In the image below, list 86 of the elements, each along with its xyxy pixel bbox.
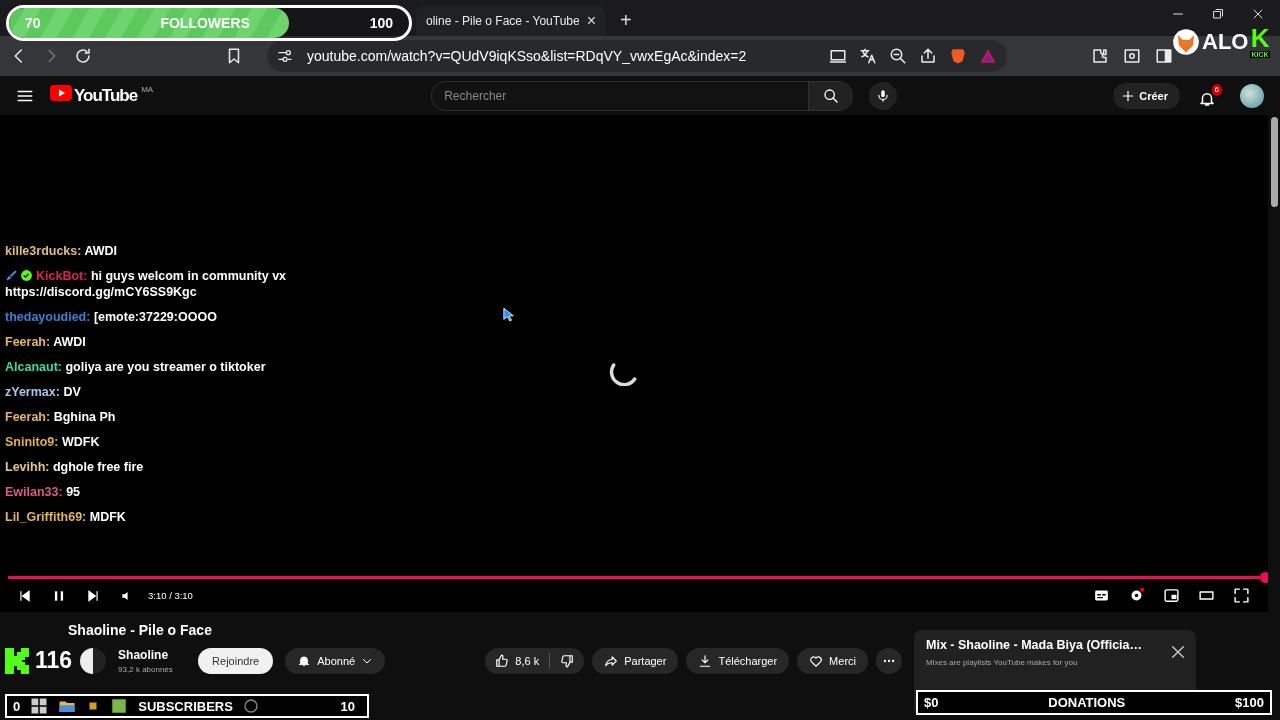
video-time: 3:10 / 3:10 (148, 590, 193, 601)
voice-search-button[interactable] (869, 81, 898, 110)
chat-message: Alcanaut: goliya are you streamer o tiktoker (5, 359, 267, 375)
search-icon (822, 87, 839, 104)
kick-logo-icon (5, 647, 29, 674)
circle-app-icon[interactable] (242, 698, 259, 714)
restore-icon[interactable] (1212, 8, 1224, 20)
puzzle-icon[interactable] (1091, 47, 1109, 65)
cursor-icon (503, 307, 515, 323)
chat-message: Sninito9: WDFK (5, 434, 101, 450)
chat-message: Lil_Griffith69: MDFK (5, 509, 127, 525)
microphone-icon (876, 88, 891, 103)
like-button[interactable]: 8,6 k (485, 647, 550, 674)
new-tab-button[interactable]: + (620, 9, 632, 32)
next-icon[interactable] (86, 588, 100, 603)
chat-message: Feerah: AWDI (5, 334, 87, 350)
pause-icon[interactable] (52, 588, 66, 603)
avatar[interactable] (1240, 83, 1264, 108)
goal-label: DONATIONS (1047, 695, 1127, 710)
zoom-out-icon[interactable] (889, 47, 907, 65)
mix-subtitle: Mixes are playlists YouTube makes for you (926, 658, 1079, 667)
share-icon[interactable] (919, 47, 937, 65)
chat-message: kille3rducks: AWDI (5, 243, 119, 259)
subscribed-button[interactable]: Abonné (285, 647, 386, 674)
goal-current: 70 (25, 15, 41, 31)
address-bar[interactable]: youtube.com/watch?v=QUdV9iqKSso&list=RDqVY_vwxEgAc&index=2 (267, 40, 1007, 72)
notification-badge: 6 (1211, 83, 1222, 96)
join-button[interactable]: Rejoindre (198, 647, 274, 674)
youtube-logo[interactable]: YouTube $^{MA}$ (50, 84, 154, 107)
url-field[interactable]: youtube.com/watch?v=QUdV9iqKSso&list=RDqVY_vwxEgAc&index=2 (305, 47, 817, 65)
browser-tab[interactable]: oline - Pile o Face - YouTube × (416, 6, 606, 36)
share-arrow-icon (604, 653, 619, 668)
play-logo-icon (50, 84, 72, 101)
channel-avatar[interactable] (80, 647, 107, 674)
fullscreen-icon[interactable] (1233, 587, 1250, 604)
scrollbar-thumb[interactable] (1271, 117, 1278, 207)
plus-icon (1121, 88, 1136, 103)
download-icon (698, 653, 713, 668)
channel-name[interactable]: Shaoline (118, 647, 193, 662)
chat-message: thedayoudied: [emote:37229:OOOO (5, 309, 218, 325)
goal-current: $0 (924, 695, 939, 710)
triangle-icon[interactable] (979, 47, 997, 65)
chat-message: KickBot: hi guys welcom in community vx https://discord.gg/mCY6SS9Kgc (5, 268, 288, 300)
create-button[interactable]: Créer (1113, 82, 1180, 109)
thumbs-up-icon (495, 653, 510, 668)
chat-message: zYermax: DV (5, 384, 82, 400)
goal-label: SUBSCRIBERS (138, 698, 233, 714)
close-tab-button[interactable]: × (586, 12, 596, 30)
miniplayer-icon[interactable] (1163, 587, 1180, 604)
lion-shield-icon[interactable] (949, 47, 967, 65)
windows-icon[interactable] (30, 697, 49, 715)
fox-icon (1172, 28, 1200, 56)
goal-target: $100 (1235, 695, 1264, 710)
sidebar-icon[interactable] (1155, 47, 1173, 65)
translate-icon[interactable] (859, 47, 877, 65)
chat-message: Ewilan33: 95 (5, 484, 82, 500)
chat-message: Feerah: Bghina Ph (5, 409, 117, 425)
bell-icon (297, 653, 312, 668)
verified-badge-icon (20, 269, 33, 282)
goal-target: 100 (369, 15, 393, 31)
thumbs-down-icon (560, 653, 575, 668)
download-button[interactable]: Télécharger (686, 647, 790, 674)
search-panel-icon[interactable] (1123, 47, 1141, 65)
subscriber-count: 93,2 k abonnés (118, 664, 174, 674)
share-button[interactable]: Partager (592, 647, 679, 674)
search-field[interactable]: Rechercher (432, 87, 809, 104)
search-bar[interactable]: Rechercher (431, 80, 854, 111)
goal-target: 10 (340, 698, 355, 714)
close-icon (1170, 644, 1186, 660)
video-title: Shaoline - Pile o Face (68, 622, 213, 638)
sword-icon (5, 269, 18, 282)
chat-message: Levihh: dghole free fire (5, 459, 145, 475)
kick-count: 116 (35, 647, 73, 674)
app-tile-icon[interactable] (110, 697, 129, 715)
mix-title[interactable]: Mix - Shaoline - Mada Biya (Officia… (926, 638, 1156, 652)
goal-current: 0 (13, 698, 21, 714)
previous-icon[interactable] (18, 588, 32, 603)
tab-title: oline - Pile o Face - YouTube (426, 14, 579, 28)
site-settings-icon[interactable] (277, 48, 293, 64)
search-button[interactable] (808, 81, 853, 110)
install-icon[interactable] (829, 47, 847, 65)
reload-icon[interactable] (74, 47, 92, 65)
goal-label: FOLLOWERS (159, 15, 251, 31)
notifications-button[interactable]: 6 (1198, 83, 1222, 108)
close-icon[interactable] (1252, 8, 1264, 20)
thanks-button[interactable]: Merci (797, 647, 868, 674)
